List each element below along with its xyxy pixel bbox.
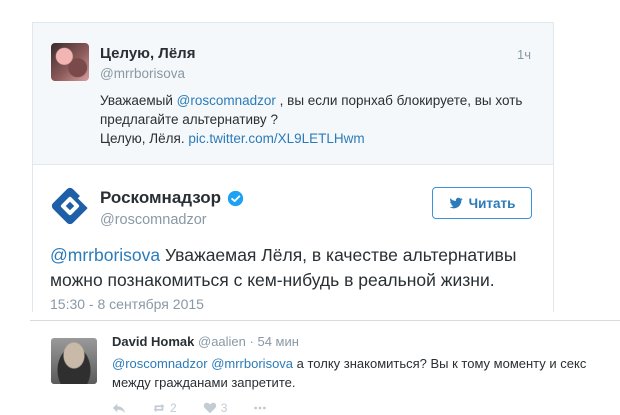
verified-badge-icon	[227, 190, 244, 206]
tweet-text: @roscomnadzor @mrrborisova а толку знако…	[112, 354, 612, 392]
follow-button[interactable]: Читать	[432, 187, 532, 219]
author-name[interactable]: Целую, Лёля	[100, 45, 195, 62]
twitter-bird-icon	[449, 197, 463, 209]
rkn-logo-icon[interactable]	[50, 186, 90, 226]
author-name-text[interactable]: Роскомнадзор	[100, 188, 221, 208]
tweet-time[interactable]: 54 мин	[257, 334, 298, 349]
reply-header: David Homak @aalien · 54 мин	[112, 334, 299, 349]
author-name[interactable]: David Homak	[112, 334, 194, 349]
author-handle[interactable]: @aalien	[198, 334, 246, 349]
follow-button-label: Читать	[468, 195, 516, 211]
avatar[interactable]	[51, 338, 97, 384]
author-handle[interactable]: @mrrborisova	[100, 66, 185, 81]
tweet-time[interactable]: 1ч	[517, 47, 531, 62]
tweet-sign-off: Целую, Лёля.	[100, 131, 189, 146]
avatar[interactable]	[51, 43, 89, 81]
tweet-text-prefix: Уважаемый	[100, 93, 177, 108]
mention-link[interactable]: @roscomnadzor	[112, 356, 208, 371]
media-link[interactable]: pic.twitter.com/XL9LETLHwm	[188, 131, 364, 146]
quoted-tweet-card[interactable]: Целую, Лёля @mrrborisova 1ч Уважаемый @r…	[32, 22, 554, 164]
tweet-date[interactable]: 15:30 - 8 сентября 2015	[50, 296, 204, 312]
main-tweet: Роскомнадзор @roscomnadzor Читать @mrrbo…	[32, 164, 554, 312]
tweet-text: Уважаемый @roscomnadzor , вы если порнха…	[100, 91, 540, 148]
reply-tweet: David Homak @aalien · 54 мин @roscomnadz…	[30, 320, 620, 415]
separator: ·	[245, 334, 258, 349]
author-name[interactable]: Роскомнадзор	[100, 188, 244, 208]
tweet-text: @mrrborisova Уважаемая Лёля, в качестве …	[50, 243, 530, 293]
author-handle[interactable]: @roscomnadzor	[100, 212, 207, 228]
mention-link[interactable]: @mrrborisova	[211, 356, 293, 371]
mention-link[interactable]: @roscomnadzor	[177, 93, 276, 108]
mention-link[interactable]: @mrrborisova	[50, 245, 160, 265]
